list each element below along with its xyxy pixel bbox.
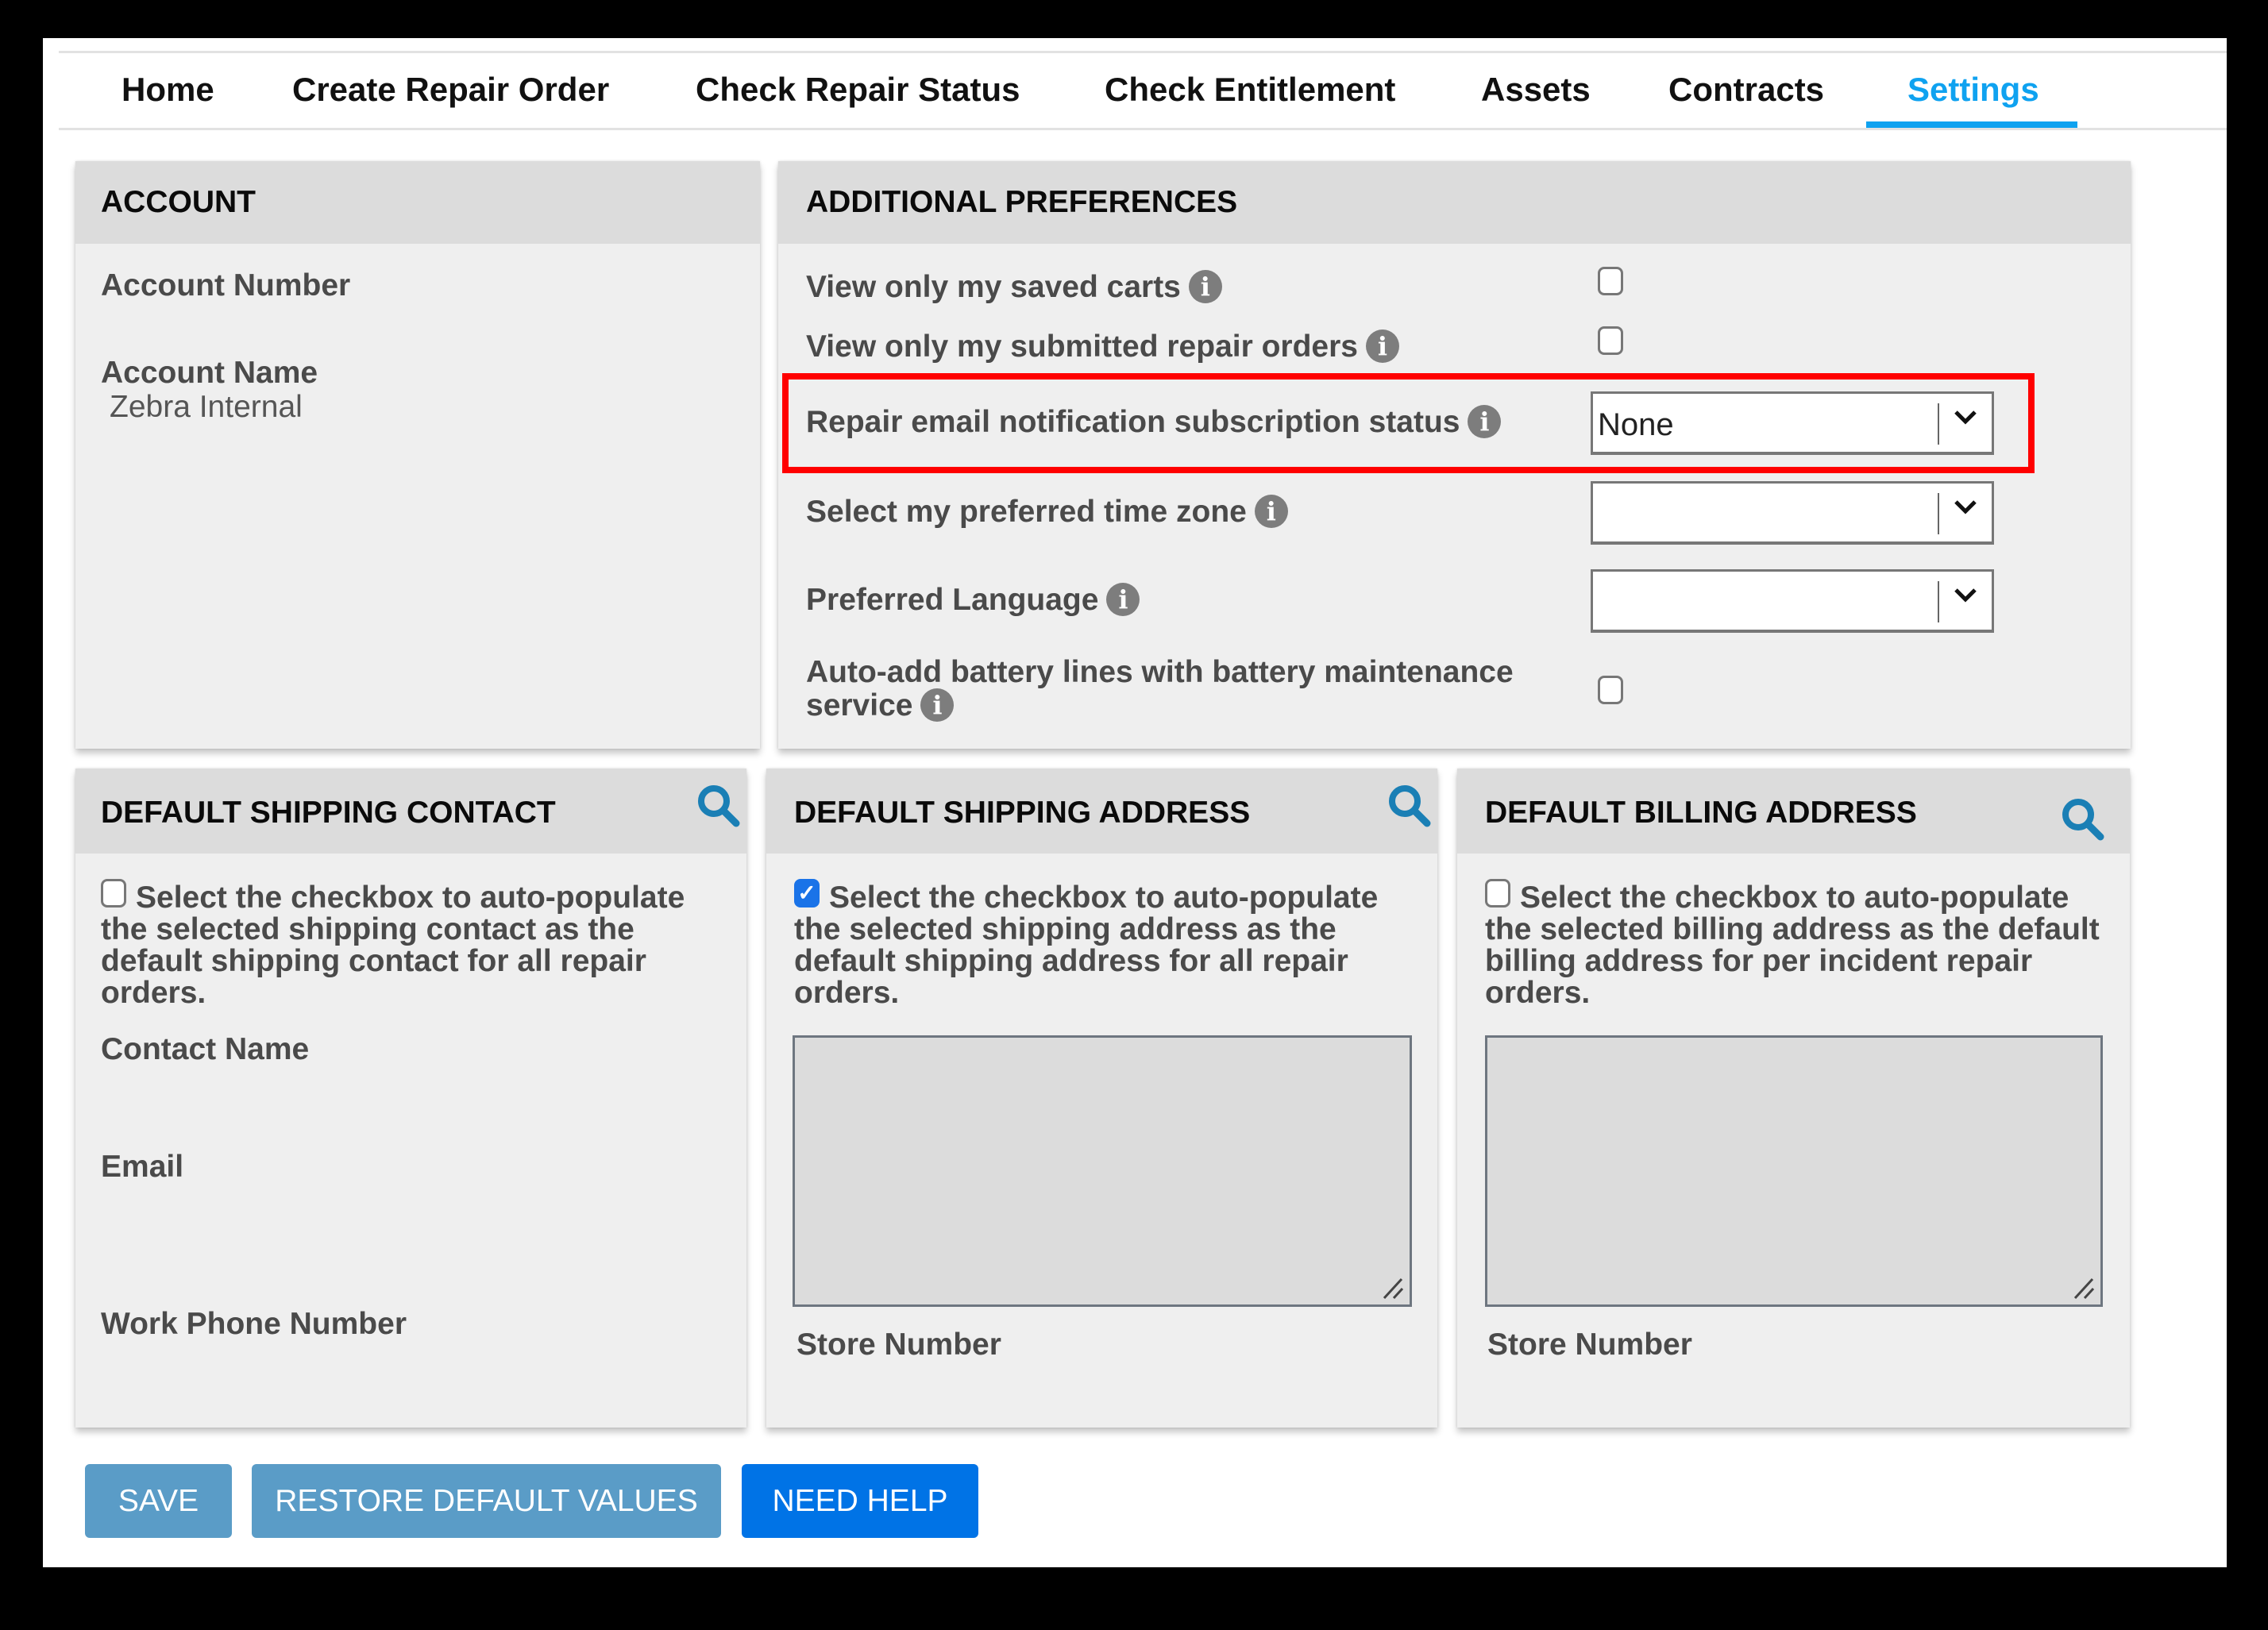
info-icon[interactable]: i — [1106, 582, 1140, 616]
chevron-down-icon — [1954, 500, 1977, 514]
saved-carts-checkbox[interactable] — [1598, 267, 1623, 295]
billing-address-panel: DEFAULT BILLING ADDRESS Select the check… — [1457, 769, 2130, 1428]
info-icon[interactable]: i — [920, 688, 955, 722]
billing-address-auto-populate-checkbox[interactable] — [1485, 879, 1510, 907]
battery-checkbox[interactable] — [1598, 676, 1623, 704]
nav-bottom-divider — [59, 128, 2227, 130]
billing-address-checkbox-text: Select the checkbox to auto-populate the… — [1485, 881, 2100, 1010]
shipping-address-auto-populate-checkbox[interactable]: ✓ — [794, 879, 820, 907]
need-help-button[interactable]: NEED HELP — [742, 1464, 978, 1538]
restore-defaults-button[interactable]: RESTORE DEFAULT VALUES — [252, 1464, 721, 1538]
tab-assets[interactable]: Assets — [1481, 70, 1591, 110]
account-panel-header: ACCOUNT — [75, 161, 760, 244]
work-phone-label: Work Phone Number — [101, 1307, 407, 1341]
account-number-label: Account Number — [101, 268, 351, 302]
time-zone-select[interactable] — [1591, 481, 1994, 545]
shipping-contact-header: DEFAULT SHIPPING CONTACT — [75, 769, 746, 854]
shipping-address-checkbox-text: Select the checkbox to auto-populate the… — [794, 881, 1379, 1010]
battery-label-line2: service — [806, 688, 913, 723]
account-name-label: Account Name — [101, 356, 318, 390]
language-select[interactable] — [1591, 569, 1994, 633]
tab-check-repair-status[interactable]: Check Repair Status — [696, 70, 1020, 110]
settings-page: Home Create Repair Order Check Repair St… — [43, 38, 2227, 1567]
resize-grip-icon[interactable] — [1381, 1276, 1405, 1300]
search-icon[interactable] — [695, 782, 741, 828]
store-number-label: Store Number — [1487, 1328, 1692, 1362]
shipping-address-panel: DEFAULT SHIPPING ADDRESS ✓ Select the che… — [766, 769, 1437, 1428]
search-icon[interactable] — [1386, 782, 1432, 828]
email-label: Email — [101, 1150, 184, 1184]
battery-label-line1: Auto-add battery lines with battery main… — [806, 655, 1514, 689]
shipping-contact-title: DEFAULT SHIPPING CONTACT — [101, 796, 556, 830]
shipping-contact-checkbox-text: Select the checkbox to auto-populate the… — [101, 881, 685, 1010]
submitted-orders-checkbox[interactable] — [1598, 326, 1623, 355]
shipping-contact-auto-populate-checkbox[interactable] — [101, 879, 126, 907]
submitted-orders-row: View only my submitted repair orders i — [806, 329, 1399, 365]
tab-home[interactable]: Home — [122, 70, 214, 110]
info-icon[interactable]: i — [1254, 494, 1288, 528]
submitted-orders-label: View only my submitted repair orders — [806, 329, 1358, 364]
billing-address-header: DEFAULT BILLING ADDRESS — [1457, 769, 2130, 854]
contact-name-label: Contact Name — [101, 1032, 310, 1066]
battery-row-line2: service i — [806, 688, 955, 724]
shipping-address-textarea[interactable] — [793, 1035, 1412, 1307]
shipping-address-header: DEFAULT SHIPPING ADDRESS — [766, 769, 1437, 854]
nav-top-divider — [59, 51, 2227, 53]
search-icon[interactable] — [2059, 796, 2105, 842]
shipping-address-title: DEFAULT SHIPPING ADDRESS — [794, 796, 1251, 830]
billing-address-checkbox-row: Select the checkbox to auto-populate the… — [1485, 879, 2112, 1010]
store-number-label: Store Number — [796, 1328, 1001, 1362]
time-zone-label: Select my preferred time zone — [806, 495, 1247, 529]
account-panel: ACCOUNT Account Number Account Name Zebr… — [75, 161, 760, 749]
account-title: ACCOUNT — [101, 185, 256, 219]
saved-carts-label: View only my saved carts — [806, 270, 1181, 304]
highlight-box — [782, 373, 2035, 473]
tab-contracts[interactable]: Contracts — [1668, 70, 1824, 110]
select-separator — [1938, 581, 1939, 622]
tab-create-repair-order[interactable]: Create Repair Order — [292, 70, 609, 110]
billing-address-textarea[interactable] — [1485, 1035, 2103, 1307]
tab-check-entitlement[interactable]: Check Entitlement — [1105, 70, 1395, 110]
active-tab-indicator — [1866, 121, 2077, 128]
preferences-panel-header: ADDITIONAL PREFERENCES — [778, 161, 2131, 244]
shipping-address-checkbox-row: ✓ Select the checkbox to auto-populate th… — [794, 879, 1421, 1010]
info-icon[interactable]: i — [1188, 269, 1222, 303]
language-label: Preferred Language — [806, 583, 1099, 617]
preferences-title: ADDITIONAL PREFERENCES — [806, 185, 1238, 219]
info-icon[interactable]: i — [1366, 329, 1399, 363]
save-button[interactable]: SAVE — [85, 1464, 232, 1538]
language-row: Preferred Language i — [806, 582, 1140, 618]
billing-address-title: DEFAULT BILLING ADDRESS — [1485, 796, 1917, 830]
shipping-contact-checkbox-row: Select the checkbox to auto-populate the… — [101, 879, 728, 1010]
shipping-contact-panel: DEFAULT SHIPPING CONTACT Select the chec… — [75, 769, 746, 1428]
resize-grip-icon[interactable] — [2072, 1276, 2096, 1300]
time-zone-row: Select my preferred time zone i — [806, 494, 1288, 530]
chevron-down-icon — [1954, 588, 1977, 603]
account-name-value: Zebra Internal — [110, 390, 303, 424]
select-separator — [1938, 493, 1939, 534]
tab-settings[interactable]: Settings — [1907, 70, 2039, 110]
saved-carts-row: View only my saved carts i — [806, 269, 1222, 306]
